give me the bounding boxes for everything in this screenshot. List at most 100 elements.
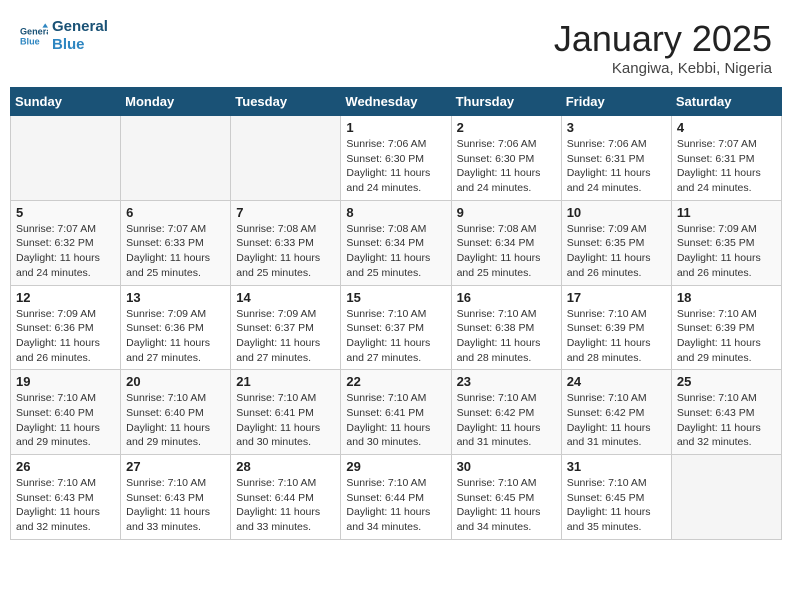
- day-number: 4: [677, 120, 776, 135]
- title-area: January 2025 Kangiwa, Kebbi, Nigeria: [554, 18, 772, 77]
- day-info: Sunrise: 7:09 AM Sunset: 6:36 PM Dayligh…: [16, 307, 115, 366]
- day-info: Sunrise: 7:08 AM Sunset: 6:34 PM Dayligh…: [346, 222, 445, 281]
- day-number: 23: [457, 374, 556, 389]
- day-number: 1: [346, 120, 445, 135]
- day-number: 13: [126, 290, 225, 305]
- day-number: 16: [457, 290, 556, 305]
- calendar-cell: 10 Sunrise: 7:09 AM Sunset: 6:35 PM Dayli…: [561, 200, 671, 285]
- calendar-cell: 26Sunrise: 7:10 AM Sunset: 6:43 PM Dayli…: [11, 455, 121, 540]
- calendar-cell: 6 Sunrise: 7:07 AM Sunset: 6:33 PM Daylig…: [121, 200, 231, 285]
- calendar-cell: 4Sunrise: 7:07 AM Sunset: 6:31 PM Daylig…: [671, 116, 781, 201]
- calendar-cell: 20 Sunrise: 7:10 AM Sunset: 6:40 PM Dayli…: [121, 370, 231, 455]
- day-number: 20: [126, 374, 225, 389]
- day-number: 30: [457, 459, 556, 474]
- day-info: Sunrise: 7:10 AM Sunset: 6:38 PM Dayligh…: [457, 307, 556, 366]
- day-info: Sunrise: 7:10 AM Sunset: 6:39 PM Dayligh…: [677, 307, 776, 366]
- calendar-cell: 11Sunrise: 7:09 AM Sunset: 6:35 PM Dayli…: [671, 200, 781, 285]
- calendar-cell: 25 Sunrise: 7:10 AM Sunset: 6:43 PM Dayli…: [671, 370, 781, 455]
- day-number: 8: [346, 205, 445, 220]
- calendar-cell: 2Sunrise: 7:06 AM Sunset: 6:30 PM Daylig…: [451, 116, 561, 201]
- svg-text:General: General: [20, 27, 48, 37]
- logo-blue: Blue: [52, 36, 108, 54]
- weekday-header-sunday: Sunday: [11, 88, 121, 116]
- calendar-cell: 27 Sunrise: 7:10 AM Sunset: 6:43 PM Dayli…: [121, 455, 231, 540]
- calendar-cell: 3Sunrise: 7:06 AM Sunset: 6:31 PM Daylig…: [561, 116, 671, 201]
- day-info: Sunrise: 7:10 AM Sunset: 6:43 PM Dayligh…: [126, 476, 225, 535]
- day-info: Sunrise: 7:07 AM Sunset: 6:33 PM Dayligh…: [126, 222, 225, 281]
- day-number: 10: [567, 205, 666, 220]
- calendar-week-row: 26Sunrise: 7:10 AM Sunset: 6:43 PM Dayli…: [11, 455, 782, 540]
- calendar-cell: 28 Sunrise: 7:10 AM Sunset: 6:44 PM Dayli…: [231, 455, 341, 540]
- calendar-table: SundayMondayTuesdayWednesdayThursdayFrid…: [10, 87, 782, 540]
- month-title: January 2025: [554, 18, 772, 60]
- calendar-cell: 14 Sunrise: 7:09 AM Sunset: 6:37 PM Dayli…: [231, 285, 341, 370]
- calendar-cell: 22 Sunrise: 7:10 AM Sunset: 6:41 PM Dayli…: [341, 370, 451, 455]
- day-number: 19: [16, 374, 115, 389]
- day-info: Sunrise: 7:09 AM Sunset: 6:35 PM Dayligh…: [567, 222, 666, 281]
- calendar-cell: 23 Sunrise: 7:10 AM Sunset: 6:42 PM Dayli…: [451, 370, 561, 455]
- day-info: Sunrise: 7:10 AM Sunset: 6:45 PM Dayligh…: [457, 476, 556, 535]
- calendar-cell: 19 Sunrise: 7:10 AM Sunset: 6:40 PM Dayli…: [11, 370, 121, 455]
- calendar-cell: [231, 116, 341, 201]
- calendar-week-row: 5 Sunrise: 7:07 AM Sunset: 6:32 PM Daylig…: [11, 200, 782, 285]
- day-info: Sunrise: 7:07 AM Sunset: 6:32 PM Dayligh…: [16, 222, 115, 281]
- day-number: 12: [16, 290, 115, 305]
- calendar-cell: 30 Sunrise: 7:10 AM Sunset: 6:45 PM Dayli…: [451, 455, 561, 540]
- day-number: 21: [236, 374, 335, 389]
- day-number: 5: [16, 205, 115, 220]
- weekday-header-tuesday: Tuesday: [231, 88, 341, 116]
- logo-icon: General Blue: [20, 22, 48, 50]
- weekday-header-monday: Monday: [121, 88, 231, 116]
- calendar-cell: 18 Sunrise: 7:10 AM Sunset: 6:39 PM Dayli…: [671, 285, 781, 370]
- day-info: Sunrise: 7:10 AM Sunset: 6:39 PM Dayligh…: [567, 307, 666, 366]
- day-info: Sunrise: 7:10 AM Sunset: 6:43 PM Dayligh…: [16, 476, 115, 535]
- day-info: Sunrise: 7:10 AM Sunset: 6:37 PM Dayligh…: [346, 307, 445, 366]
- calendar-week-row: 1 Sunrise: 7:06 AM Sunset: 6:30 PM Daylig…: [11, 116, 782, 201]
- weekday-header-row: SundayMondayTuesdayWednesdayThursdayFrid…: [11, 88, 782, 116]
- calendar-week-row: 12 Sunrise: 7:09 AM Sunset: 6:36 PM Dayli…: [11, 285, 782, 370]
- calendar-cell: 29Sunrise: 7:10 AM Sunset: 6:44 PM Dayli…: [341, 455, 451, 540]
- day-info: Sunrise: 7:10 AM Sunset: 6:40 PM Dayligh…: [16, 391, 115, 450]
- day-number: 28: [236, 459, 335, 474]
- calendar-cell: 5 Sunrise: 7:07 AM Sunset: 6:32 PM Daylig…: [11, 200, 121, 285]
- day-info: Sunrise: 7:10 AM Sunset: 6:42 PM Dayligh…: [457, 391, 556, 450]
- day-number: 17: [567, 290, 666, 305]
- day-number: 15: [346, 290, 445, 305]
- day-number: 31: [567, 459, 666, 474]
- day-info: Sunrise: 7:10 AM Sunset: 6:43 PM Dayligh…: [677, 391, 776, 450]
- svg-text:Blue: Blue: [20, 36, 40, 46]
- day-number: 18: [677, 290, 776, 305]
- day-number: 3: [567, 120, 666, 135]
- day-info: Sunrise: 7:10 AM Sunset: 6:44 PM Dayligh…: [236, 476, 335, 535]
- calendar-cell: 31 Sunrise: 7:10 AM Sunset: 6:45 PM Dayli…: [561, 455, 671, 540]
- calendar-cell: 16 Sunrise: 7:10 AM Sunset: 6:38 PM Dayli…: [451, 285, 561, 370]
- calendar-cell: 13Sunrise: 7:09 AM Sunset: 6:36 PM Dayli…: [121, 285, 231, 370]
- calendar-week-row: 19 Sunrise: 7:10 AM Sunset: 6:40 PM Dayli…: [11, 370, 782, 455]
- day-info: Sunrise: 7:06 AM Sunset: 6:30 PM Dayligh…: [457, 137, 556, 196]
- calendar-cell: 12 Sunrise: 7:09 AM Sunset: 6:36 PM Dayli…: [11, 285, 121, 370]
- day-number: 9: [457, 205, 556, 220]
- weekday-header-wednesday: Wednesday: [341, 88, 451, 116]
- day-info: Sunrise: 7:09 AM Sunset: 6:37 PM Dayligh…: [236, 307, 335, 366]
- day-number: 7: [236, 205, 335, 220]
- day-number: 14: [236, 290, 335, 305]
- day-info: Sunrise: 7:10 AM Sunset: 6:45 PM Dayligh…: [567, 476, 666, 535]
- day-info: Sunrise: 7:10 AM Sunset: 6:40 PM Dayligh…: [126, 391, 225, 450]
- calendar-cell: [11, 116, 121, 201]
- day-number: 22: [346, 374, 445, 389]
- day-number: 6: [126, 205, 225, 220]
- day-number: 24: [567, 374, 666, 389]
- day-info: Sunrise: 7:06 AM Sunset: 6:30 PM Dayligh…: [346, 137, 445, 196]
- page-header: General Blue General Blue January 2025 K…: [10, 10, 782, 87]
- weekday-header-friday: Friday: [561, 88, 671, 116]
- day-info: Sunrise: 7:08 AM Sunset: 6:34 PM Dayligh…: [457, 222, 556, 281]
- day-info: Sunrise: 7:09 AM Sunset: 6:35 PM Dayligh…: [677, 222, 776, 281]
- calendar-cell: 9 Sunrise: 7:08 AM Sunset: 6:34 PM Daylig…: [451, 200, 561, 285]
- day-number: 25: [677, 374, 776, 389]
- day-info: Sunrise: 7:10 AM Sunset: 6:41 PM Dayligh…: [346, 391, 445, 450]
- calendar-cell: 7Sunrise: 7:08 AM Sunset: 6:33 PM Daylig…: [231, 200, 341, 285]
- day-number: 29: [346, 459, 445, 474]
- logo: General Blue General Blue: [20, 18, 108, 54]
- day-number: 27: [126, 459, 225, 474]
- location: Kangiwa, Kebbi, Nigeria: [554, 60, 772, 77]
